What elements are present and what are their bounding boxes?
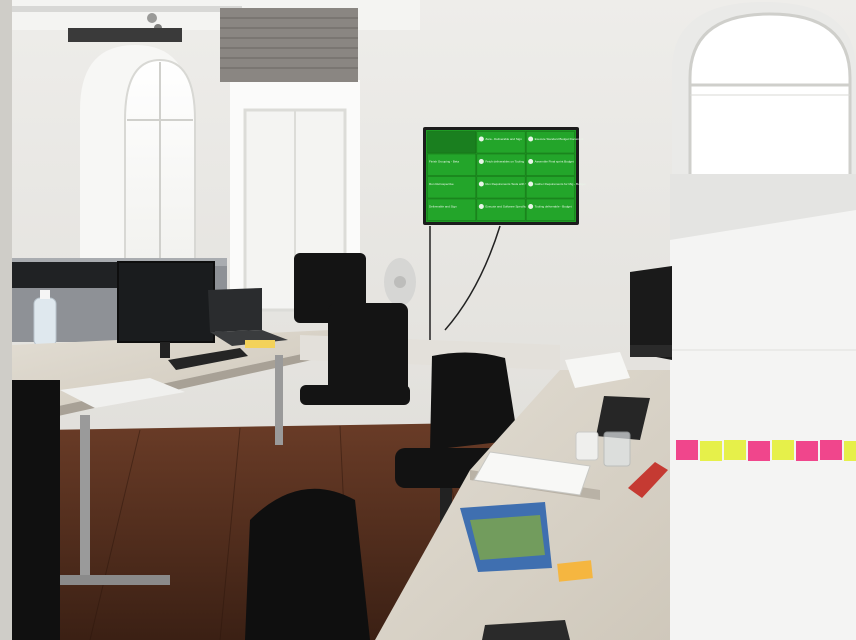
water-bottle xyxy=(33,290,57,347)
task-board-cell-text: Fetch deliverables on Tooling xyxy=(485,160,524,164)
avatar-icon xyxy=(478,181,484,187)
task-board-cell-text: Finish Grouping - Beta xyxy=(429,160,459,164)
task-board-cell xyxy=(525,176,575,199)
sticky-notes-row xyxy=(676,440,856,461)
task-board-cell xyxy=(476,131,526,154)
sticky-note xyxy=(796,441,818,461)
avatar-icon xyxy=(478,159,484,164)
avatar-icon xyxy=(478,204,484,209)
task-board-cell-text: Deliverable and Sign xyxy=(429,205,457,209)
back-monitor xyxy=(12,262,127,288)
sticky-note xyxy=(676,440,698,460)
glass xyxy=(603,431,631,467)
right-arched-window xyxy=(672,2,856,182)
whiteboard xyxy=(670,174,856,640)
sticky-note xyxy=(820,440,842,460)
sticky-note xyxy=(700,441,722,461)
avatar-icon xyxy=(528,181,534,187)
task-board-cell-text: Tooling deliverable - Budget xyxy=(535,205,572,209)
task-board-cell xyxy=(427,198,477,221)
task-board-cell xyxy=(525,131,575,154)
sticky-note xyxy=(724,440,746,460)
task-board-cell xyxy=(427,131,477,154)
sticky-note xyxy=(772,440,794,460)
task-board-cell xyxy=(525,198,575,221)
sticky-note xyxy=(844,441,856,461)
task-board-cell xyxy=(476,153,526,176)
avatar-icon xyxy=(528,159,534,164)
task-board-cell xyxy=(427,153,477,176)
office-photo: Zara - Deliverable and Sign Execute Stand… xyxy=(0,0,856,640)
task-board-cell xyxy=(525,153,575,176)
task-board-cell-text: Gather Requirements for Mig - Budget xyxy=(535,182,586,186)
office-chair-left xyxy=(12,380,60,640)
task-board-cell-text: Assemble Final sprint Budget xyxy=(535,160,574,164)
venetian-blind xyxy=(220,8,358,82)
avatar-icon xyxy=(478,136,484,142)
task-board-cell xyxy=(427,176,477,199)
left-edge-wall xyxy=(0,0,12,640)
task-board-cell-text: Zara - Deliverable and Sign xyxy=(485,137,522,141)
task-board-cell-text: Execute Standard Budget Document xyxy=(535,137,584,141)
window-blind-rail xyxy=(68,28,182,42)
sticky-note-on-desk xyxy=(557,560,593,582)
avatar-icon xyxy=(528,136,534,142)
task-board-cell-text: Run Retrospective xyxy=(429,182,454,186)
office-scene: Zara - Deliverable and Sign Execute Stand… xyxy=(0,0,856,640)
avatar-icon xyxy=(528,204,534,209)
right-monitor xyxy=(630,266,672,360)
task-board-cell xyxy=(476,176,526,199)
office-chair-front xyxy=(245,488,370,640)
task-board-cell xyxy=(476,198,526,221)
sticky-note xyxy=(748,441,770,461)
white-mug xyxy=(575,431,599,461)
